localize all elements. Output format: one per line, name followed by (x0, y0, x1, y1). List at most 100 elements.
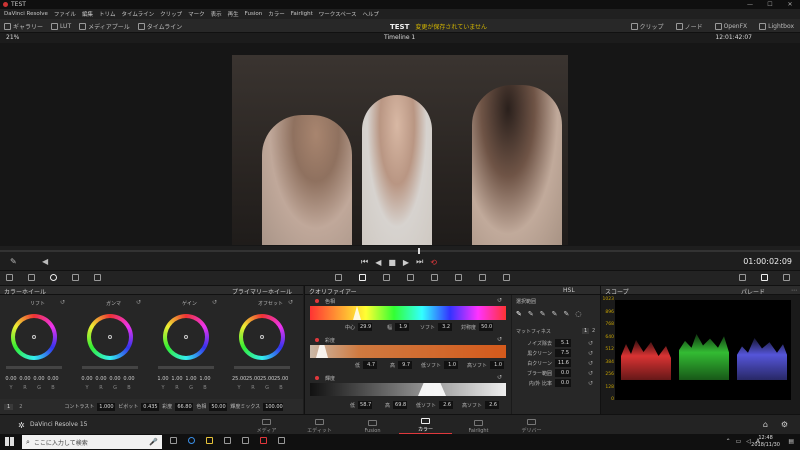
stop-icon[interactable]: ■ (388, 258, 396, 267)
lum-lsoft-value[interactable]: 2.6 (439, 401, 454, 409)
file-explorer-icon[interactable] (206, 437, 213, 444)
wheel-value[interactable]: 25.00 (246, 376, 260, 382)
color-wheel[interactable] (239, 314, 285, 360)
go-end-icon[interactable]: ⏭ (416, 257, 423, 267)
home-icon[interactable]: ⌂ (763, 420, 768, 429)
lum-hsoft-value[interactable]: 2.6 (485, 401, 500, 409)
menu-item[interactable]: 再生 (228, 10, 239, 18)
menu-item[interactable]: マーク (188, 10, 205, 18)
lut-button[interactable]: LUT (51, 23, 71, 30)
sat-hsoft-value[interactable]: 1.0 (490, 361, 505, 369)
feather-minus-icon[interactable]: ✎ (552, 310, 558, 318)
davinci-taskbar-icon[interactable] (260, 437, 267, 444)
taskbar-search[interactable]: ⌕ ここに入力して検索 🎤 (22, 435, 162, 449)
page-tab[interactable]: メディア (240, 418, 293, 434)
master-wheel-slider[interactable] (82, 366, 138, 369)
audio-icon[interactable]: ◀︎ (42, 257, 48, 266)
mail-icon[interactable] (242, 437, 249, 444)
master-wheel-slider[interactable] (6, 366, 62, 369)
scopes-icon[interactable] (761, 274, 768, 281)
lum-toggle[interactable] (315, 376, 319, 380)
page-tab[interactable]: Fusion (346, 419, 399, 434)
lummix-value[interactable]: 100.00 (263, 402, 284, 411)
info-icon[interactable] (783, 274, 790, 281)
qualifier-icon[interactable] (359, 274, 366, 281)
invert-icon[interactable]: ◌ (575, 310, 581, 318)
node-button[interactable]: ノード (675, 22, 703, 31)
wheel-value[interactable]: 1.00 (170, 376, 184, 382)
color-wheel[interactable] (87, 314, 133, 360)
close-button[interactable]: ✕ (780, 1, 800, 8)
wheel-value[interactable]: 0.00 (46, 376, 60, 382)
menu-item[interactable]: タイムライン (121, 10, 154, 18)
menu-item[interactable]: Fusion (245, 11, 263, 17)
matte-reset-icon[interactable]: ↺ (588, 380, 593, 387)
play-icon[interactable]: ▶ (403, 258, 409, 267)
lightbox-button[interactable]: Lightbox (759, 23, 794, 30)
color-wheel[interactable] (11, 314, 57, 360)
sat-value[interactable]: 66.80 (175, 402, 194, 411)
keyframes-icon[interactable] (739, 274, 746, 281)
menu-item[interactable]: ヘルプ (362, 10, 379, 18)
rgb-mixer-icon[interactable] (72, 274, 79, 281)
matte-reset-icon[interactable]: ↺ (588, 340, 593, 347)
menu-item[interactable]: 編集 (82, 10, 93, 18)
menu-item[interactable]: ファイル (54, 10, 76, 18)
microphone-icon[interactable]: 🎤 (149, 438, 158, 446)
store-icon[interactable] (224, 437, 231, 444)
matte-value[interactable]: 7.5 (555, 349, 571, 357)
picker-icon[interactable]: ✎ (516, 310, 522, 318)
page-tab[interactable]: デリバー (505, 418, 558, 434)
matte-reset-icon[interactable]: ↺ (588, 350, 593, 357)
wheel-value[interactable]: 0.00 (18, 376, 32, 382)
loop-icon[interactable]: ⟲ (430, 258, 437, 267)
menu-item[interactable]: トリム (99, 10, 116, 18)
matte-page-2[interactable]: 2 (592, 328, 595, 334)
page-tab[interactable]: カラー (399, 417, 452, 435)
hue-toggle[interactable] (315, 299, 319, 303)
wheel-puck[interactable] (260, 335, 264, 339)
page-tab[interactable]: エディット (293, 418, 346, 434)
wheel-reset-icon[interactable]: ↺ (212, 299, 217, 306)
matte-reset-icon[interactable]: ↺ (588, 360, 593, 367)
wheel-value[interactable]: 1.00 (198, 376, 212, 382)
wheel-puck[interactable] (108, 335, 112, 339)
clock-date[interactable]: 2018/11/30 (751, 442, 780, 449)
lum-reset-icon[interactable]: ↺ (497, 374, 502, 381)
hsl-mode-select[interactable]: HSL (563, 287, 575, 294)
menu-item[interactable]: Fairlight (291, 11, 313, 17)
wheel-value[interactable]: 25.00 (260, 376, 274, 382)
sizing-icon[interactable] (479, 274, 486, 281)
matte-reset-icon[interactable]: ↺ (588, 370, 593, 377)
project-settings-icon[interactable]: ⚙ (781, 420, 788, 429)
wheels-mode-select[interactable]: プライマリーホイール (232, 287, 292, 296)
wheel-value[interactable]: 0.00 (80, 376, 94, 382)
matte-page-1[interactable]: 1 (582, 328, 590, 334)
wheel-value[interactable]: 1.00 (184, 376, 198, 382)
network-icon[interactable]: ▭ (736, 438, 742, 445)
sat-reset-icon[interactable]: ↺ (497, 336, 502, 343)
scope-mode-select[interactable]: パレード (741, 287, 765, 296)
wheel-value[interactable]: 25.00 (274, 376, 288, 382)
edge-icon[interactable] (188, 437, 195, 444)
wheel-reset-icon[interactable]: ↺ (136, 299, 141, 306)
scrubber-track[interactable] (0, 250, 800, 252)
maximize-button[interactable]: ☐ (760, 1, 780, 8)
hue-value[interactable]: 50.00 (209, 402, 228, 411)
menu-item[interactable]: クリップ (160, 10, 182, 18)
wheels-page-2[interactable]: 2 (16, 404, 25, 410)
menu-item[interactable]: ワークスペース (319, 10, 357, 18)
lum-low-value[interactable]: 58.7 (358, 401, 373, 409)
wheel-reset-icon[interactable]: ↺ (288, 299, 293, 306)
hue-reset-icon[interactable]: ↺ (497, 297, 502, 304)
hue-gradient[interactable] (310, 306, 506, 320)
picker-plus-icon[interactable]: ✎ (540, 310, 546, 318)
wheel-reset-icon[interactable]: ↺ (60, 299, 65, 306)
timeline-button[interactable]: タイムライン (137, 22, 182, 31)
gallery-button[interactable]: ギャラリー (4, 22, 43, 31)
wheel-value[interactable]: 25.00 (232, 376, 246, 382)
play-reverse-icon[interactable]: ◀ (375, 258, 381, 267)
window-icon[interactable] (383, 274, 390, 281)
clock-time[interactable]: 12:48 (751, 435, 780, 442)
wheel-value[interactable]: 0.00 (4, 376, 18, 382)
